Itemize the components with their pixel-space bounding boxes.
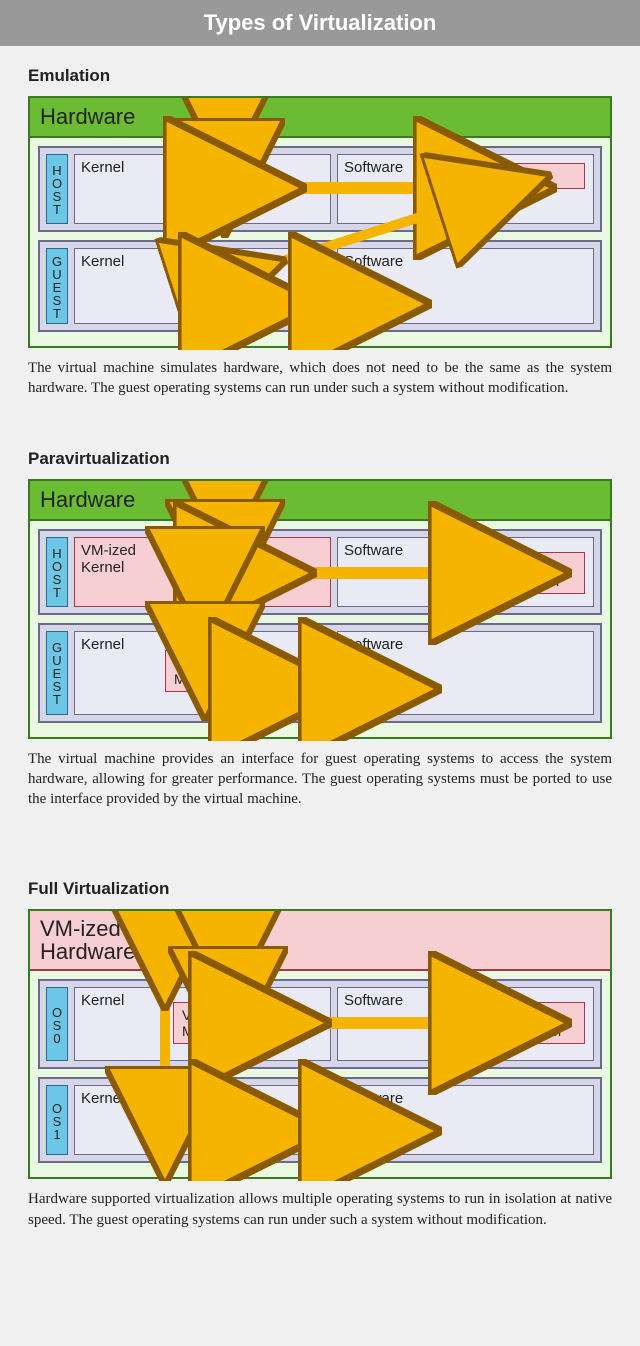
vm-control-box: VM Control: [505, 552, 585, 594]
fullvirt-diagram: VM-ized Hardware OS0 Kernel Virt. Module…: [28, 909, 612, 1179]
paravirt-heading: Paravirtualization: [28, 449, 612, 469]
virt-module-box: Virt. Module: [173, 1002, 245, 1044]
hardware-bar: Hardware: [30, 481, 610, 521]
emulation-diagram: Hardware HOST Kernel Software VM GUEST K…: [28, 96, 612, 348]
vm-box: VM: [495, 163, 585, 189]
guest-kernel-box: Kernel Virt. Module: [74, 631, 331, 715]
host-software-box: Software VM Control: [337, 537, 594, 607]
host-tab: HOST: [46, 154, 68, 224]
os1-kernel-box: Kernel: [74, 1085, 331, 1155]
os0-kernel-box: Kernel Virt. Module: [74, 987, 331, 1061]
guest-software-box: Software: [337, 248, 594, 324]
guest-tab: GUEST: [46, 631, 68, 715]
kernel-label: Kernel: [81, 992, 124, 1009]
host-row: HOST VM-ized Kernel Software VM Control: [38, 529, 602, 615]
host-tab: HOST: [46, 537, 68, 607]
section-paravirt: Paravirtualization Hardware HOST VM-ized…: [0, 409, 640, 820]
os0-software-box: Software Virt. Control: [337, 987, 594, 1061]
guest-kernel-box: Kernel: [74, 248, 331, 324]
paravirt-diagram: Hardware HOST VM-ized Kernel Software VM…: [28, 479, 612, 739]
guest-row: GUEST Kernel Software: [38, 240, 602, 332]
vm-kernel-box: VM-ized Kernel: [74, 537, 331, 607]
virt-control-box: Virt. Control: [507, 1002, 585, 1044]
software-label: Software: [344, 159, 403, 176]
os1-software-box: Software: [337, 1085, 594, 1155]
software-label: Software: [344, 542, 403, 559]
os1-tab: OS1: [46, 1085, 68, 1155]
virt-module-box: Virt. Module: [165, 650, 237, 692]
os1-row: OS1 Kernel Software: [38, 1077, 602, 1163]
host-software-box: Software VM: [337, 154, 594, 224]
kernel-label: Kernel: [81, 636, 124, 653]
guest-tab: GUEST: [46, 248, 68, 324]
host-row: HOST Kernel Software VM: [38, 146, 602, 232]
vm-hardware-bar: VM-ized Hardware: [30, 911, 610, 971]
emulation-heading: Emulation: [28, 66, 612, 86]
section-emulation: Emulation Hardware HOST Kernel Software …: [0, 46, 640, 409]
page-title: Types of Virtualization: [0, 0, 640, 46]
section-fullvirt: Full Virtualization VM-ized Hardware OS0…: [0, 819, 640, 1240]
fullvirt-heading: Full Virtualization: [28, 879, 612, 899]
emulation-caption: The virtual machine simulates hardware, …: [28, 358, 612, 399]
fullvirt-caption: Hardware supported virtualization allows…: [28, 1189, 612, 1230]
paravirt-caption: The virtual machine provides an interfac…: [28, 749, 612, 810]
os0-row: OS0 Kernel Virt. Module Software Virt. C…: [38, 979, 602, 1069]
os0-tab: OS0: [46, 987, 68, 1061]
host-kernel-box: Kernel: [74, 154, 331, 224]
guest-software-box: Software: [337, 631, 594, 715]
guest-row: GUEST Kernel Virt. Module Software: [38, 623, 602, 723]
software-label: Software: [344, 992, 403, 1009]
hardware-bar: Hardware: [30, 98, 610, 138]
